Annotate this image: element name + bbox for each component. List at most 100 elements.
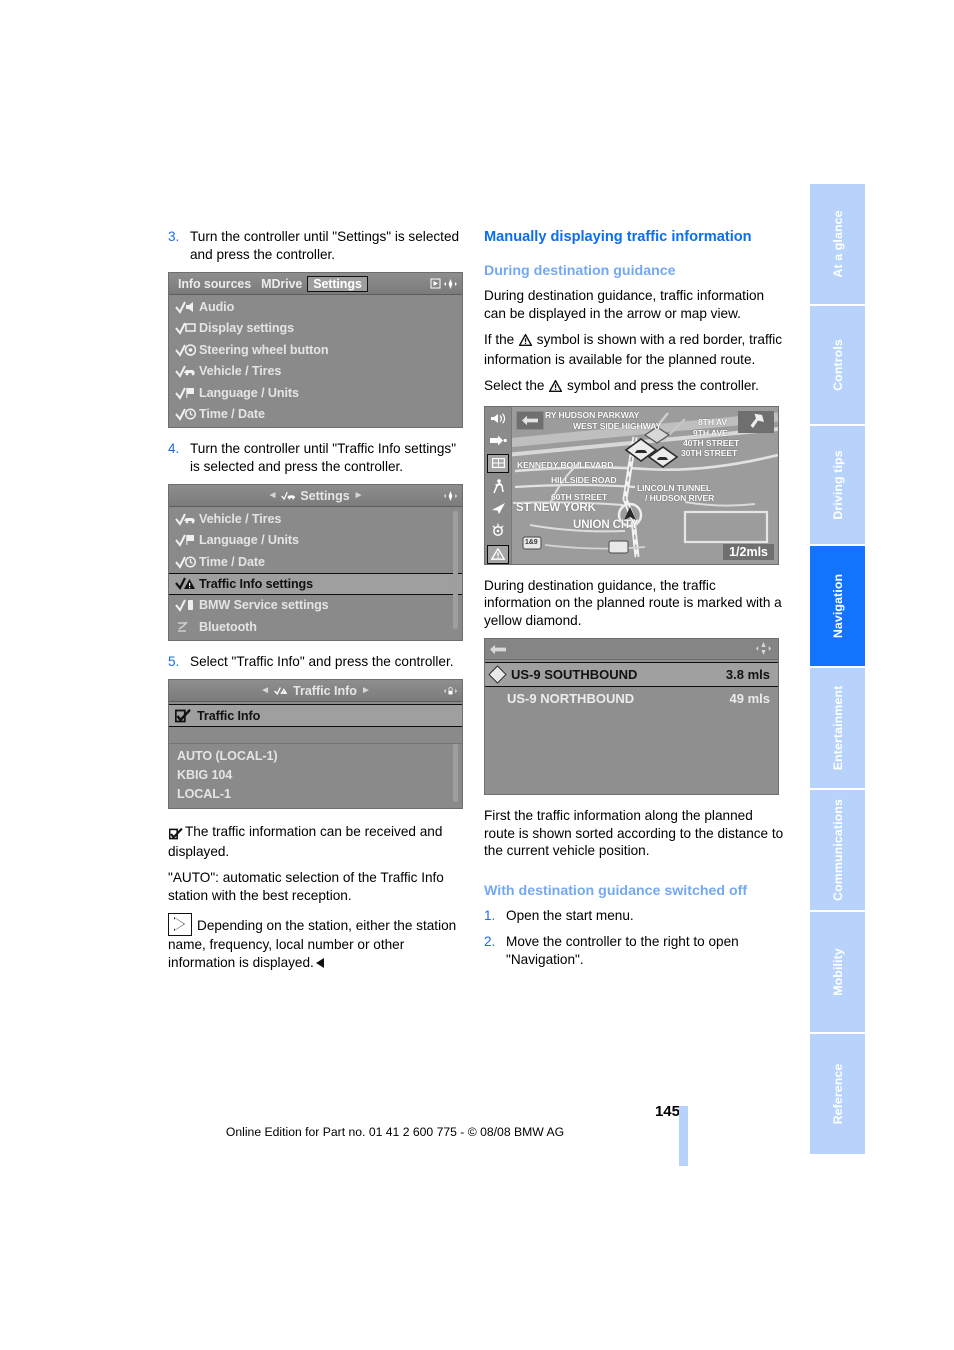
left-column: 3. Turn the controller until "Settings" … [168, 228, 468, 980]
sidebar-item-driving-tips[interactable]: Driving tips [810, 426, 865, 546]
step-5: 5. Select "Traffic Info" and press the c… [168, 653, 468, 671]
row-steering-wheel-button[interactable]: Steering wheel button [169, 339, 462, 361]
traffic-list-row-selected[interactable]: US-9 SOUTHBOUND 3.8 mls [485, 662, 778, 687]
map-label: LINCOLN TUNNEL [637, 482, 712, 493]
subsection-heading-during-guidance: During destination guidance [484, 263, 676, 279]
row-label: Traffic Info settings [199, 576, 314, 591]
check-car-icon [175, 512, 199, 526]
tab-info-sources[interactable]: Info sources [173, 276, 256, 292]
settings-title-bar: ◄ Settings ► [169, 485, 462, 507]
traffic-row-name: US-9 NORTHBOUND [507, 691, 635, 706]
check-clock-icon [175, 407, 199, 422]
paragraph-3-prefix: Select the [484, 378, 545, 393]
tab-mdrive[interactable]: MDrive [256, 276, 307, 292]
chapter-tab-rail: At a glance Controls Driving tips Naviga… [810, 184, 865, 1154]
map-label: KENNEDY BOULEVARD [517, 459, 614, 470]
traffic-info-body: Traffic Info AUTO (LOCAL-1) KBIG 104 LOC… [169, 704, 462, 808]
compass-icon[interactable] [488, 522, 508, 539]
station-list: AUTO (LOCAL-1) KBIG 104 LOCAL-1 [169, 744, 462, 803]
sidebar-item-label: Mobility [830, 948, 845, 996]
checkbox-checked-icon [175, 708, 197, 723]
row-label: Display settings [199, 321, 294, 336]
step-4-text: Turn the controller until "Traffic Info … [190, 441, 457, 474]
check-warning-icon [175, 577, 199, 591]
note-depending: Depending on the station, either the sta… [168, 913, 468, 971]
row-label: Audio [199, 299, 235, 314]
traffic-diamond-icon [488, 665, 507, 684]
cursor-arrow-icon[interactable] [488, 500, 508, 517]
row-language-units[interactable]: Language / Units [169, 382, 462, 404]
scrollbar[interactable] [453, 744, 458, 802]
row-vehicle-tires[interactable]: Vehicle / Tires [169, 361, 462, 383]
check-flag-icon [175, 386, 199, 400]
sidebar-item-label: Reference [830, 1063, 845, 1125]
note-auto: "AUTO": automatic selection of the Traff… [168, 870, 444, 903]
map-view-icon[interactable] [487, 453, 509, 473]
pedestrian-icon[interactable] [488, 478, 508, 495]
sidebar-item-reference[interactable]: Reference [810, 1034, 865, 1154]
row-language-units[interactable]: Language / Units [169, 530, 462, 552]
row-time-date[interactable]: Time / Date [169, 404, 462, 426]
row-traffic-info-toggle[interactable]: Traffic Info [169, 704, 462, 727]
row-display-settings[interactable]: Display settings [169, 318, 462, 340]
row-vehicle-tires[interactable]: Vehicle / Tires [169, 508, 462, 530]
sidebar-item-label: At a glance [830, 210, 845, 278]
row-traffic-info-settings[interactable]: Traffic Info settings [169, 572, 462, 595]
step-2-text: Move the controller to the right to open… [506, 934, 739, 967]
sidebar-item-controls[interactable]: Controls [810, 306, 865, 426]
row-label: Time / Date [199, 554, 265, 569]
station-row[interactable]: LOCAL-1 [169, 784, 462, 803]
map-icon-rail [485, 406, 512, 564]
back-button[interactable] [516, 410, 544, 430]
row-time-date[interactable]: Time / Date [169, 551, 462, 573]
settings-tab-bar: Info sources MDrive Settings [169, 273, 462, 295]
scrollbar[interactable] [453, 511, 458, 629]
volume-icon[interactable] [488, 410, 508, 427]
right-arrow-icon[interactable]: ► [361, 685, 371, 696]
sidebar-item-entertainment[interactable]: Entertainment [810, 668, 865, 790]
note-checkbox: The traffic information can be received … [168, 823, 468, 860]
controller-lock-icon [443, 683, 458, 698]
paragraph-5: First the traffic information along the … [484, 808, 784, 858]
paragraph-3: Select the symbol and press the controll… [484, 377, 784, 397]
station-row[interactable]: KBIG 104 [169, 765, 462, 784]
sidebar-item-label: Navigation [830, 573, 845, 639]
map-label: 8TH AV [698, 416, 728, 427]
step-5-number: 5. [168, 653, 180, 669]
sidebar-item-mobility[interactable]: Mobility [810, 912, 865, 1034]
paragraph-4: During destination guidance, the traffic… [484, 577, 782, 628]
sidebar-item-communications[interactable]: Communications [810, 790, 865, 912]
row-audio[interactable]: Audio [169, 296, 462, 318]
row-bluetooth[interactable]: Bluetooth [169, 616, 462, 638]
back-icon[interactable] [490, 642, 507, 660]
traffic-row-distance: 49 mls [729, 691, 770, 706]
map-label: 9TH AVE [693, 427, 728, 438]
row-label: Steering wheel button [199, 342, 329, 357]
screenshot-settings-menu: Info sources MDrive Settings Audio Displ… [168, 272, 463, 428]
check-display-icon [175, 321, 199, 336]
traffic-warning-icon[interactable] [487, 544, 509, 564]
arrow-destination-icon[interactable] [488, 432, 508, 449]
screenshot-traffic-info: ◄ Traffic Info ► Traffic Info AUTO (LOCA… [168, 679, 463, 809]
step-3-number: 3. [168, 229, 180, 244]
map-label: 30TH STREET [681, 447, 738, 458]
traffic-list-rows: US-9 SOUTHBOUND 3.8 mls US-9 NORTHBOUND … [485, 660, 778, 710]
right-arrow-icon[interactable]: ► [354, 490, 364, 501]
play-triangle-icon [168, 913, 192, 936]
north-up-button[interactable] [738, 410, 774, 433]
screenshot-map-traffic: RY HUDSON PARKWAY WEST SIDE HIGHWAY 8TH … [484, 405, 779, 565]
traffic-list-row[interactable]: US-9 NORTHBOUND 49 mls [485, 687, 778, 710]
station-row[interactable]: AUTO (LOCAL-1) [169, 746, 462, 765]
traffic-list-top-bar [485, 639, 778, 660]
map-label: WEST SIDE HIGHWAY [573, 420, 662, 431]
paragraph-2-prefix: If the [484, 332, 515, 347]
tab-settings[interactable]: Settings [307, 275, 368, 292]
left-arrow-icon[interactable]: ◄ [267, 490, 277, 501]
sidebar-item-at-a-glance[interactable]: At a glance [810, 184, 865, 306]
row-bmw-service-settings[interactable]: BMW Service settings [169, 595, 462, 617]
controller-icon [443, 488, 458, 503]
row-label: Language / Units [199, 533, 299, 548]
screenshot-traffic-list: US-9 SOUTHBOUND 3.8 mls US-9 NORTHBOUND … [484, 638, 779, 795]
sidebar-item-navigation[interactable]: Navigation [810, 546, 865, 668]
left-arrow-icon[interactable]: ◄ [260, 685, 270, 696]
